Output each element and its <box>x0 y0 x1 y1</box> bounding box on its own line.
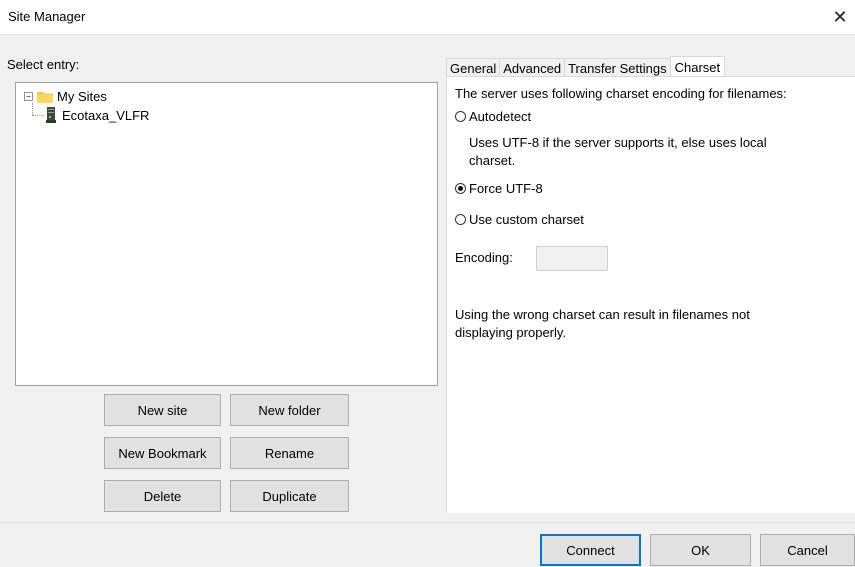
tree-node-label: Ecotaxa_VLFR <box>62 107 150 123</box>
delete-button[interactable]: Delete <box>104 480 221 512</box>
tree-node-my-sites[interactable]: − My Sites <box>24 89 107 104</box>
autodetect-desc-line2: charset. <box>469 153 516 168</box>
site-tree[interactable]: − My Sites Ecotaxa_VLFR <box>15 82 438 386</box>
cancel-button[interactable]: Cancel <box>760 534 855 566</box>
encoding-input[interactable] <box>536 246 608 271</box>
title-bar: Site Manager ✕ <box>0 0 855 35</box>
duplicate-button[interactable]: Duplicate <box>230 480 349 512</box>
charset-panel: The server uses following charset encodi… <box>446 76 855 513</box>
autodetect-label: Autodetect <box>469 109 532 124</box>
close-icon[interactable]: ✕ <box>825 0 855 34</box>
custom-charset-label: Use custom charset <box>469 212 584 227</box>
charset-intro: The server uses following charset encodi… <box>455 86 787 101</box>
tab-transfer-settings[interactable]: Transfer Settings <box>564 58 671 78</box>
force-utf8-label: Force UTF-8 <box>469 181 543 196</box>
custom-charset-radio[interactable]: Use custom charset <box>455 212 584 227</box>
settings-tabs: General Advanced Transfer Settings Chars… <box>446 56 726 78</box>
rename-button[interactable]: Rename <box>230 437 349 469</box>
connect-button[interactable]: Connect <box>540 534 641 566</box>
autodetect-desc-line1: Uses UTF-8 if the server supports it, el… <box>469 135 767 150</box>
select-entry-label: Select entry: <box>7 57 80 72</box>
autodetect-radio[interactable]: Autodetect <box>455 109 531 124</box>
new-folder-button[interactable]: New folder <box>230 394 349 426</box>
ok-button[interactable]: OK <box>650 534 751 566</box>
collapse-icon[interactable]: − <box>24 92 33 101</box>
footer-separator <box>0 522 855 523</box>
server-icon <box>46 107 56 123</box>
tree-node-ecotaxa-vlfr[interactable]: Ecotaxa_VLFR <box>46 107 149 123</box>
force-utf8-radio[interactable]: Force UTF-8 <box>455 181 543 196</box>
warning-line1: Using the wrong charset can result in fi… <box>455 307 750 322</box>
window-title: Site Manager <box>8 9 86 24</box>
tab-general[interactable]: General <box>446 58 501 78</box>
new-site-button[interactable]: New site <box>104 394 221 426</box>
tab-charset[interactable]: Charset <box>669 56 726 78</box>
radio-icon <box>455 111 466 122</box>
tab-advanced[interactable]: Advanced <box>499 58 566 78</box>
tree-connector <box>32 103 33 115</box>
radio-icon <box>455 214 466 225</box>
tree-node-label: My Sites <box>57 89 107 104</box>
tree-connector <box>32 115 44 116</box>
warning-line2: displaying properly. <box>455 325 567 340</box>
radio-checked-icon <box>455 183 466 194</box>
encoding-label: Encoding: <box>455 250 513 265</box>
folder-icon <box>37 91 53 103</box>
new-bookmark-button[interactable]: New Bookmark <box>104 437 221 469</box>
